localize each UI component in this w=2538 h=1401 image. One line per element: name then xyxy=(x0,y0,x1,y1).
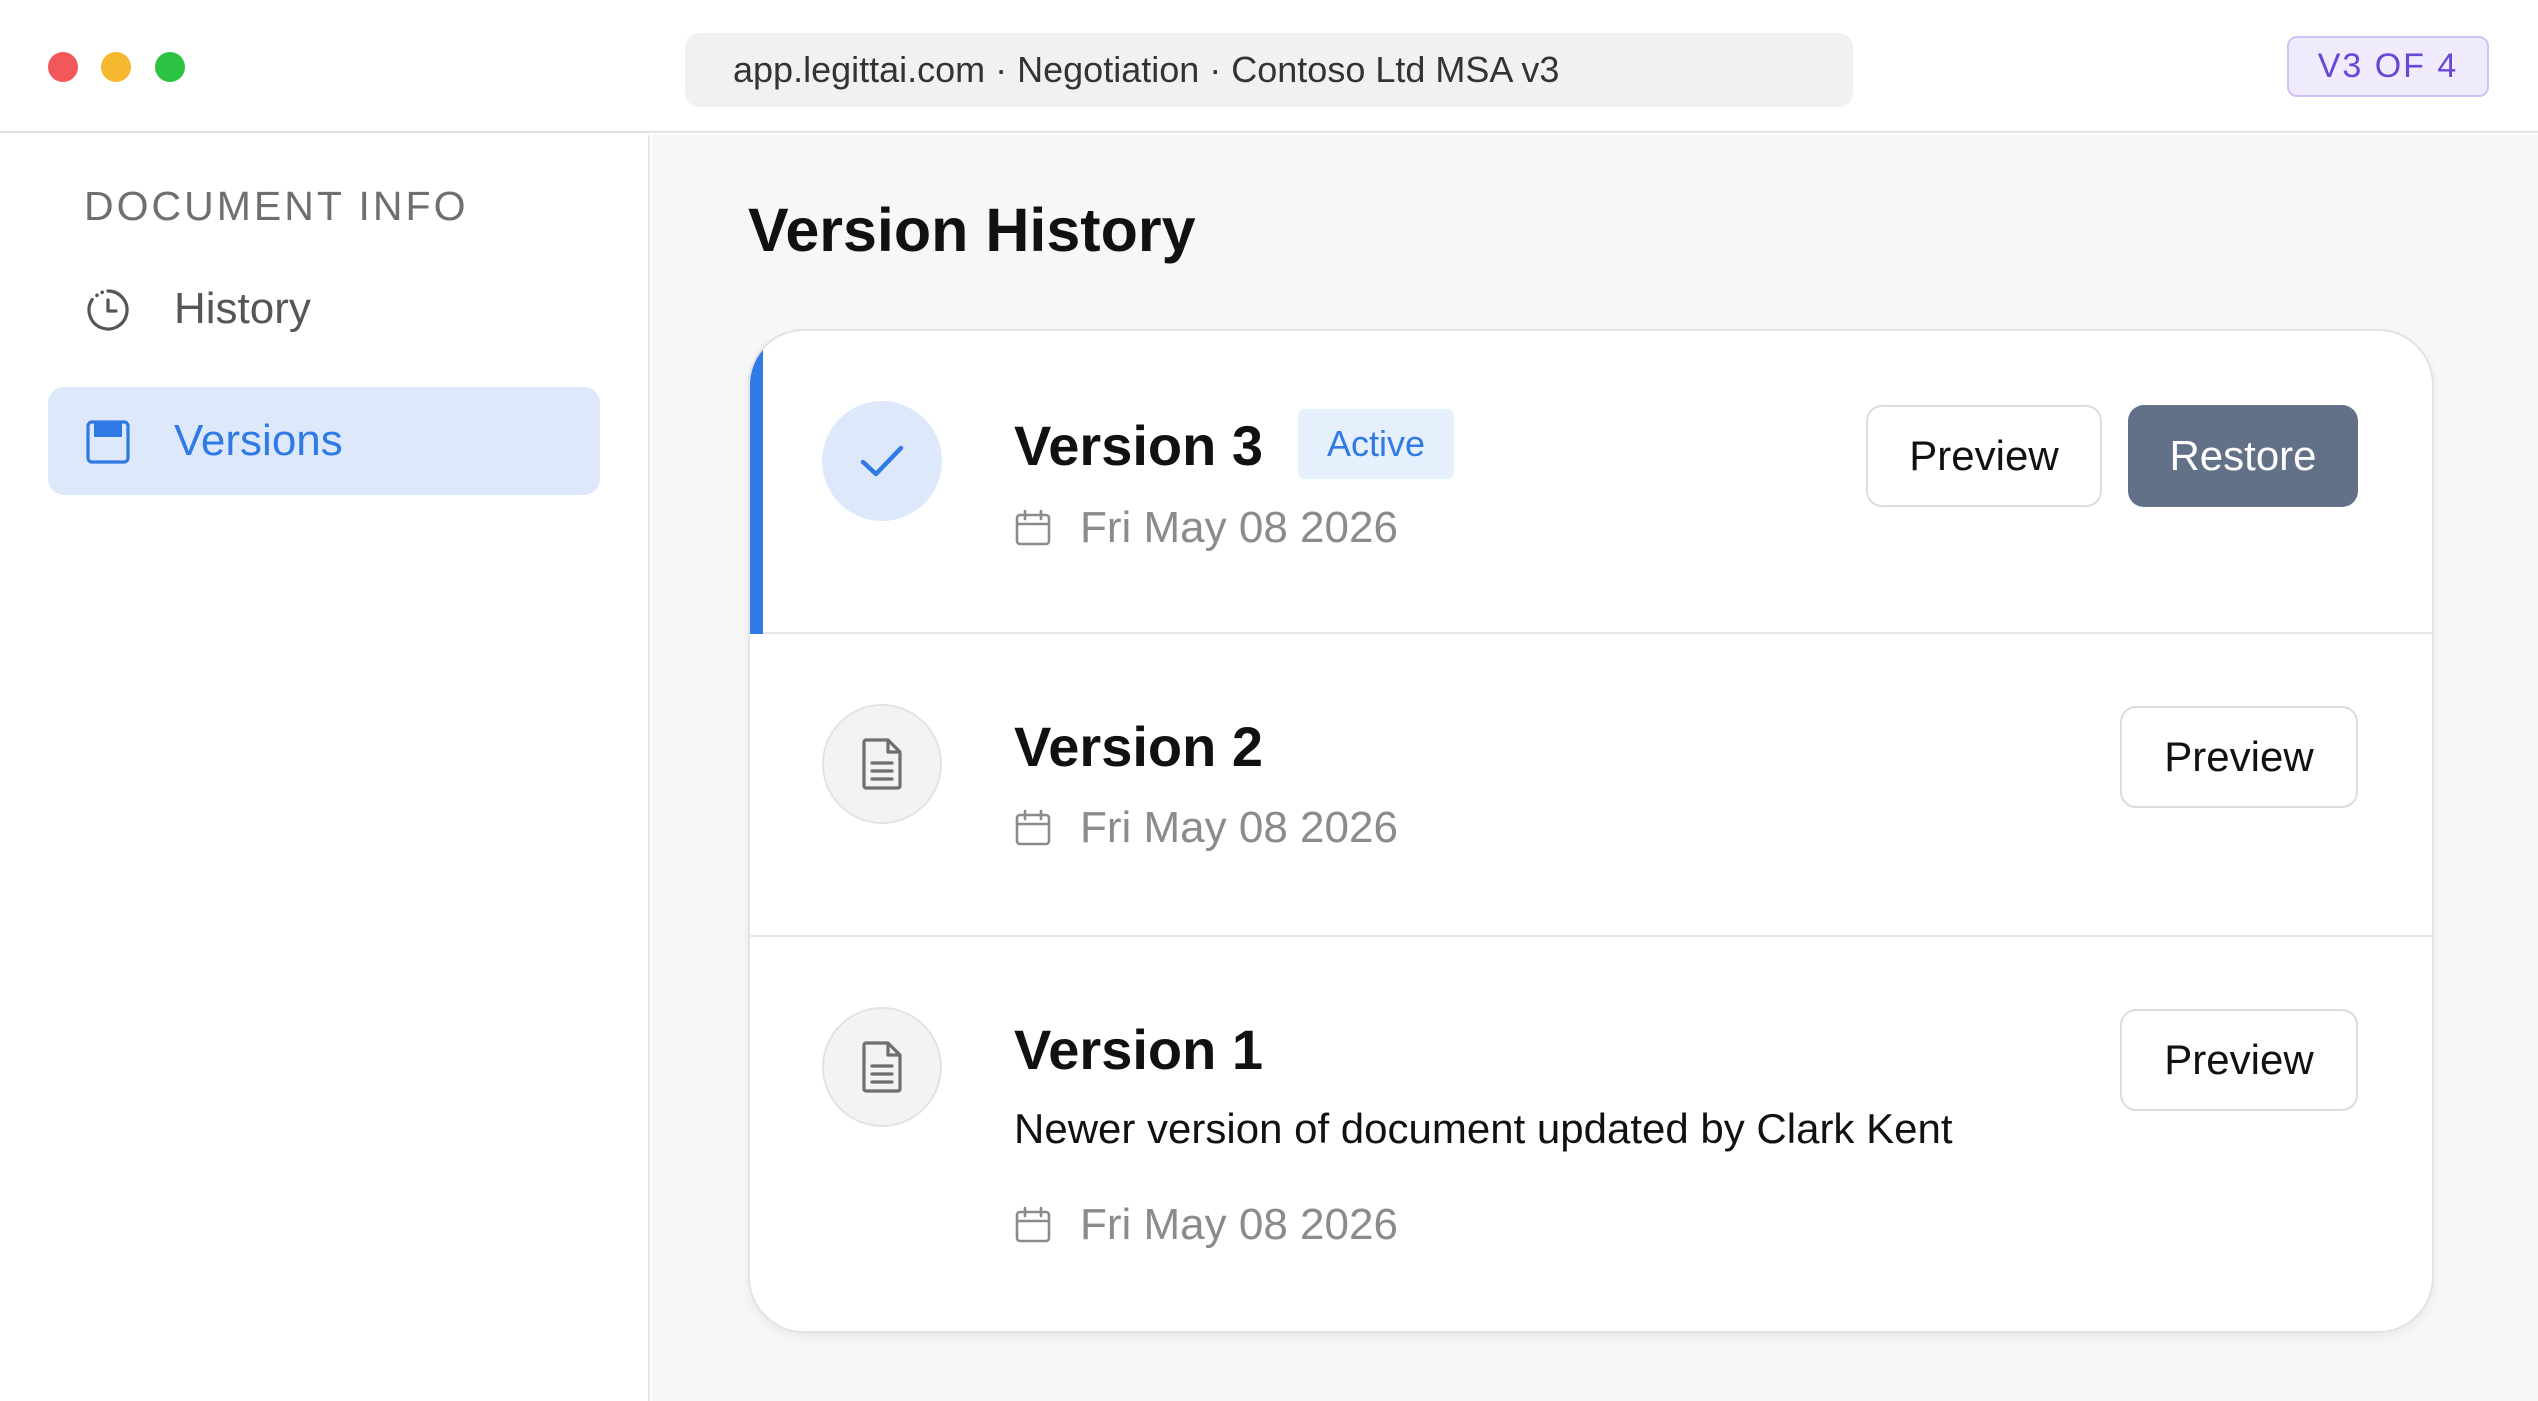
sidebar-item-versions[interactable]: Versions xyxy=(48,387,600,495)
version-name: Version 2 xyxy=(1014,715,1264,778)
preview-button[interactable]: Preview xyxy=(2120,1009,2358,1111)
clock-history-icon xyxy=(87,289,129,331)
document-icon xyxy=(862,738,902,790)
version-name: Version 1 xyxy=(1014,1018,1264,1081)
preview-button-label: Preview xyxy=(2164,733,2314,780)
preview-button[interactable]: Preview xyxy=(1866,405,2102,507)
version-date: Fri May 08 2026 xyxy=(1014,503,1398,553)
version-row-1: Version 1 Newer version of document upda… xyxy=(750,937,2432,1331)
version-icon-circle xyxy=(822,704,942,824)
version-list-card: Version 3 Active Fri May 08 2026 Preview… xyxy=(748,329,2434,1333)
active-badge-label: Active xyxy=(1326,423,1426,464)
calendar-icon xyxy=(1015,509,1051,546)
date-text: Fri May 08 2026 xyxy=(1080,1200,1398,1249)
calendar-icon xyxy=(1015,809,1051,846)
version-date: Fri May 08 2026 xyxy=(1014,803,1398,853)
date-text: Fri May 08 2026 xyxy=(1080,503,1398,552)
version-count-badge: V3 OF 4 xyxy=(2287,36,2489,97)
check-icon xyxy=(860,445,904,477)
date-text: Fri May 08 2026 xyxy=(1080,803,1398,852)
sidebar-item-label: Versions xyxy=(174,416,343,465)
restore-button[interactable]: Restore xyxy=(2128,405,2358,507)
version-date: Fri May 08 2026 xyxy=(1014,1200,1398,1250)
version-row-2: Version 2 Fri May 08 2026 Preview xyxy=(750,634,2432,937)
save-disk-icon xyxy=(86,420,130,464)
version-name: Version 3 xyxy=(1014,414,1264,477)
sidebar-item-label: History xyxy=(174,284,311,333)
calendar-icon xyxy=(1015,1206,1051,1243)
main-content: Version History Version 3 Active Fri May… xyxy=(652,135,2538,1401)
sidebar: DOCUMENT INFO History Versions xyxy=(0,135,650,1401)
version-icon-circle xyxy=(822,1007,942,1127)
active-badge: Active xyxy=(1298,409,1454,479)
sidebar-item-history[interactable]: History xyxy=(48,255,600,363)
version-count-label: V3 OF 4 xyxy=(2317,47,2459,85)
current-version-icon-circle xyxy=(822,401,942,521)
version-description: Newer version of document updated by Cla… xyxy=(1014,1105,1953,1152)
preview-button[interactable]: Preview xyxy=(2120,706,2358,808)
minimize-window-button[interactable] xyxy=(101,52,131,82)
sidebar-heading: DOCUMENT INFO xyxy=(84,183,469,229)
close-window-button[interactable] xyxy=(48,52,78,82)
zoom-window-button[interactable] xyxy=(155,52,185,82)
restore-button-label: Restore xyxy=(2169,432,2317,479)
page-title: Version History xyxy=(748,196,1196,264)
preview-button-label: Preview xyxy=(1909,432,2059,479)
title-bar: app.legittai.com · Negotiation · Contoso… xyxy=(0,0,2538,133)
version-row-3: Version 3 Active Fri May 08 2026 Preview… xyxy=(750,331,2432,634)
preview-button-label: Preview xyxy=(2164,1036,2314,1083)
active-indicator-bar xyxy=(750,331,763,634)
address-bar[interactable]: app.legittai.com · Negotiation · Contoso… xyxy=(685,33,1853,107)
address-text: app.legittai.com · Negotiation · Contoso… xyxy=(733,49,1560,90)
document-icon xyxy=(862,1041,902,1093)
